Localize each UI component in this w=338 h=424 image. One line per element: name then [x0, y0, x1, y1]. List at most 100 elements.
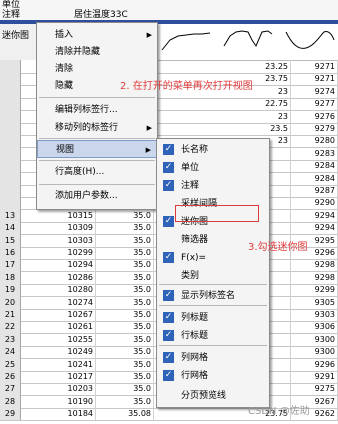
- table-cell[interactable]: 10255: [36, 332, 96, 346]
- menu-item-row-height[interactable]: 行高度(H)...: [37, 163, 157, 181]
- table-cell[interactable]: 9298: [291, 270, 338, 284]
- table-cell[interactable]: 22.75: [225, 97, 291, 111]
- table-cell[interactable]: 10267: [36, 308, 96, 321]
- row-number[interactable]: 16: [0, 246, 21, 259]
- table-cell[interactable]: 9299: [291, 283, 338, 297]
- view-option-0[interactable]: ✓ 长名称: [157, 141, 269, 159]
- table-cell[interactable]: 35.0: [96, 283, 154, 297]
- row-number[interactable]: 28: [0, 394, 21, 408]
- table-cell[interactable]: 35.0: [96, 308, 154, 321]
- table-cell[interactable]: 9306: [291, 320, 338, 334]
- table-cell[interactable]: 10261: [36, 320, 96, 334]
- table-cell[interactable]: 9287: [291, 184, 338, 197]
- view-option-11[interactable]: ✓ 列网格: [157, 349, 269, 367]
- table-cell[interactable]: 9274: [291, 84, 338, 98]
- row-number[interactable]: [0, 184, 21, 197]
- row-number[interactable]: 26: [0, 370, 21, 383]
- row-number[interactable]: [0, 196, 21, 210]
- row-number[interactable]: 29: [0, 407, 21, 421]
- row-number[interactable]: 17: [0, 258, 21, 272]
- row-number[interactable]: [0, 84, 21, 98]
- row-number[interactable]: 14: [0, 221, 21, 235]
- row-number[interactable]: 13: [0, 208, 21, 222]
- table-cell[interactable]: 10294: [36, 258, 96, 272]
- table-cell[interactable]: 10274: [36, 295, 96, 309]
- view-option-2[interactable]: ✓ 注释: [157, 177, 269, 195]
- table-cell[interactable]: 9290: [291, 196, 338, 210]
- menu-item-clear-hide[interactable]: 清除并隐藏: [37, 43, 157, 61]
- table-cell[interactable]: 9300: [291, 345, 338, 359]
- menu-item-add-user-param[interactable]: 添加用户参数...: [37, 187, 157, 205]
- row-number[interactable]: 15: [0, 233, 21, 247]
- menu-item-insert[interactable]: 插入 ▶: [37, 26, 157, 44]
- row-number[interactable]: 27: [0, 382, 21, 396]
- table-cell[interactable]: 35.0: [96, 394, 154, 408]
- table-cell[interactable]: 35.0: [96, 370, 154, 383]
- table-cell[interactable]: 35.0: [96, 320, 154, 334]
- table-cell[interactable]: 35.0: [96, 258, 154, 272]
- table-cell[interactable]: 10217: [36, 370, 96, 383]
- table-cell[interactable]: 10280: [36, 283, 96, 297]
- row-number[interactable]: 23: [0, 332, 21, 346]
- table-cell[interactable]: 35.0: [96, 233, 154, 247]
- table-cell[interactable]: 9305: [291, 295, 338, 309]
- table-cell[interactable]: 35.0: [96, 221, 154, 235]
- table-cell[interactable]: 9284: [291, 171, 338, 185]
- table-cell[interactable]: 23.5: [225, 122, 291, 135]
- table-cell[interactable]: 9298: [291, 258, 338, 272]
- table-cell[interactable]: 9294: [291, 221, 338, 235]
- table-cell[interactable]: 9291: [291, 370, 338, 383]
- table-cell[interactable]: 35.0: [96, 382, 154, 396]
- table-cell[interactable]: 35.0: [96, 270, 154, 284]
- table-cell[interactable]: 23: [225, 109, 291, 123]
- view-option-7[interactable]: 类别: [157, 267, 269, 285]
- table-cell[interactable]: 9303: [291, 308, 338, 321]
- view-option-9[interactable]: ✓ 列标题: [157, 309, 269, 327]
- table-cell[interactable]: 9279: [291, 122, 338, 135]
- table-cell[interactable]: 23.25: [225, 60, 291, 73]
- table-cell[interactable]: 35.0: [96, 357, 154, 371]
- menu-item-edit-column-labels[interactable]: 编辑列标签行...: [37, 101, 157, 119]
- table-cell[interactable]: 10203: [36, 382, 96, 396]
- table-cell[interactable]: 9280: [291, 134, 338, 148]
- view-option-1[interactable]: ✓ 单位: [157, 159, 269, 177]
- table-cell[interactable]: 9283: [291, 146, 338, 160]
- menu-item-move-label-row[interactable]: 移动列的标签行 ▶: [37, 119, 157, 137]
- table-cell[interactable]: 35.0: [96, 345, 154, 359]
- table-cell[interactable]: 10286: [36, 270, 96, 284]
- row-number[interactable]: [0, 134, 21, 148]
- table-cell[interactable]: 9271: [291, 72, 338, 86]
- table-cell[interactable]: 10241: [36, 357, 96, 371]
- row-number[interactable]: 24: [0, 345, 21, 359]
- table-cell[interactable]: 9276: [291, 109, 338, 123]
- table-cell[interactable]: 35.0: [96, 208, 154, 222]
- table-cell[interactable]: 35.08: [96, 407, 154, 421]
- table-cell[interactable]: 10309: [36, 221, 96, 235]
- row-number[interactable]: [0, 109, 21, 123]
- row-number[interactable]: 25: [0, 357, 21, 371]
- view-option-10[interactable]: ✓ 行标题: [157, 327, 269, 345]
- menu-item-view[interactable]: 视图 ▶: [37, 140, 157, 158]
- row-number[interactable]: 19: [0, 283, 21, 297]
- row-number[interactable]: [0, 159, 21, 173]
- row-number[interactable]: [0, 146, 21, 160]
- table-cell[interactable]: 10299: [36, 246, 96, 259]
- table-cell[interactable]: 10184: [36, 407, 96, 421]
- table-cell[interactable]: 35.0: [96, 246, 154, 259]
- table-cell[interactable]: 10303: [36, 233, 96, 247]
- view-option-12[interactable]: ✓ 行网格: [157, 367, 269, 385]
- table-cell[interactable]: 10190: [36, 394, 96, 408]
- row-number[interactable]: 20: [0, 295, 21, 309]
- table-cell[interactable]: 9271: [291, 60, 338, 73]
- row-number[interactable]: [0, 97, 21, 111]
- view-option-8[interactable]: ✓ 显示列标签名: [157, 287, 269, 305]
- table-cell[interactable]: 9277: [291, 97, 338, 111]
- menu-item-clear[interactable]: 清除: [37, 60, 157, 78]
- table-cell[interactable]: 9275: [291, 382, 338, 396]
- table-cell[interactable]: 9294: [291, 208, 338, 222]
- row-number[interactable]: 22: [0, 320, 21, 334]
- row-number[interactable]: 18: [0, 270, 21, 284]
- row-number[interactable]: [0, 60, 21, 73]
- row-number[interactable]: 21: [0, 308, 21, 321]
- row-number[interactable]: [0, 171, 21, 185]
